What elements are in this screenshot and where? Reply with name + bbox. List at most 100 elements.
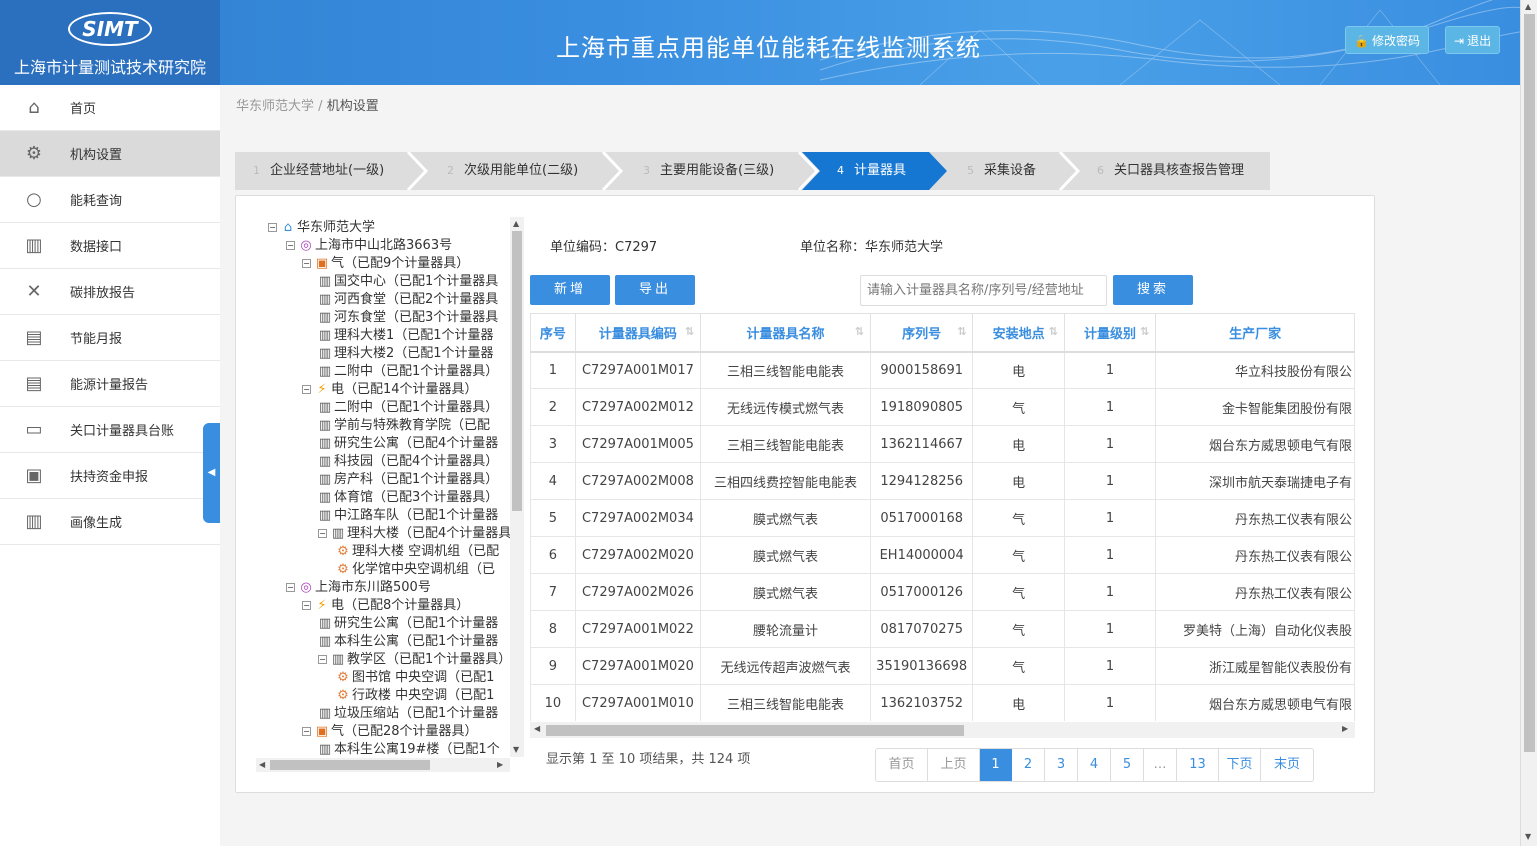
search-button[interactable]: 搜索 — [1113, 275, 1193, 305]
table-row[interactable]: 2 C7297A002M012 无线远传模式燃气表 1918090805 气 1 金卡智能集… — [530, 388, 1355, 426]
col-header-index[interactable]: 序号 — [530, 313, 576, 353]
page-link[interactable]: 末页 — [1261, 749, 1313, 781]
scroll-left-icon[interactable]: ◀ — [259, 760, 265, 769]
scroll-right-icon[interactable]: ▶ — [1342, 724, 1348, 733]
scroll-down-icon[interactable]: ▼ — [1525, 832, 1531, 841]
sort-icon[interactable]: ⇅ — [1049, 325, 1058, 338]
collapse-toggle-icon[interactable]: − — [268, 223, 277, 232]
logout-button[interactable]: ⇥ 退出 — [1445, 26, 1501, 54]
sidebar-item-carbon-report[interactable]: ✕ 碳排放报告 — [0, 269, 220, 315]
col-header-level[interactable]: 计量级别 ⇅ — [1063, 313, 1157, 353]
col-header-manufacturer[interactable]: 生产厂家 — [1155, 313, 1355, 353]
page-link[interactable]: 5 — [1111, 749, 1144, 781]
tree-node[interactable]: ▥ 体育馆（已配3个计量器具） — [318, 489, 498, 507]
tree-node[interactable]: ⚙ 行政楼 中央空调（已配1 — [336, 687, 494, 705]
table-row[interactable]: 9 C7297A001M020 无线远传超声波燃气表 35190136698 气 1 浙江威… — [530, 647, 1355, 685]
table-row[interactable]: 3 C7297A001M005 三相三线智能电能表 1362114667 电 1 烟台东方威… — [530, 425, 1355, 463]
tree-node[interactable]: − ◎ 上海市东川路500号 — [286, 579, 431, 597]
sidebar-item-gateway-ledger[interactable]: ▭ 关口计量器具台账 — [0, 407, 220, 453]
page-link[interactable]: 下页 — [1219, 749, 1261, 781]
tree-node[interactable]: − ⚡ 电（已配8个计量器具） — [302, 597, 469, 615]
tree-node[interactable]: ▥ 中江路车队（已配1个计量器 — [318, 507, 498, 525]
sidebar-item-monthly-report[interactable]: ▤ 节能月报 — [0, 315, 220, 361]
tree-node[interactable]: ▥ 科技园（已配4个计量器具） — [318, 453, 498, 471]
search-input[interactable]: 请输入计量器具名称/序列号/经营地址 — [860, 275, 1107, 306]
step-1[interactable]: 1 企业经营地址(一级) — [253, 152, 384, 190]
collapse-toggle-icon[interactable]: − — [286, 241, 295, 250]
sidebar-item-org-settings[interactable]: ⚙ 机构设置 — [0, 131, 220, 177]
sort-icon[interactable]: ⇅ — [1140, 325, 1149, 338]
page-link[interactable]: 13 — [1177, 749, 1219, 781]
page-link[interactable]: 首页 — [876, 749, 928, 781]
collapse-toggle-icon[interactable]: − — [286, 583, 295, 592]
page-scrollbar-thumb[interactable] — [1524, 14, 1535, 752]
scroll-right-icon[interactable]: ▶ — [497, 760, 503, 769]
sidebar-item-home[interactable]: ⌂ 首页 — [0, 85, 220, 131]
page-link[interactable]: 3 — [1045, 749, 1078, 781]
sidebar-item-energy-query[interactable]: ○ 能耗查询 — [0, 177, 220, 223]
table-horizontal-scrollbar[interactable]: ◀ ▶ — [530, 722, 1355, 738]
sort-icon[interactable]: ⇅ — [957, 325, 966, 338]
sidebar-item-profile[interactable]: ▥ 画像生成 — [0, 499, 220, 545]
tree-node[interactable]: ▥ 房产科（已配1个计量器具） — [318, 471, 498, 489]
tree-node[interactable]: ⚙ 图书馆 中央空调（已配1 — [336, 669, 494, 687]
collapse-toggle-icon[interactable]: − — [318, 529, 327, 538]
collapse-toggle-icon[interactable]: − — [302, 385, 311, 394]
scroll-left-icon[interactable]: ◀ — [534, 724, 540, 733]
tree-node[interactable]: ▥ 河东食堂（已配3个计量器具 — [318, 309, 498, 327]
tree-horizontal-thumb[interactable] — [270, 760, 430, 770]
tree-node[interactable]: ▥ 理科大楼2（已配1个计量器 — [318, 345, 494, 363]
collapse-toggle-icon[interactable]: − — [302, 601, 311, 610]
step-2[interactable]: 2 次级用能单位(二级) — [447, 152, 578, 190]
sidebar-item-funding[interactable]: ▣ 扶持资金申报 — [0, 453, 220, 499]
tree-node[interactable]: ⚙ 理科大楼 空调机组（已配 — [336, 543, 499, 561]
table-row[interactable]: 5 C7297A002M034 膜式燃气表 0517000168 气 1 丹东热工仪表有限公 — [530, 499, 1355, 537]
collapse-toggle-icon[interactable]: − — [318, 655, 327, 664]
collapse-toggle-icon[interactable]: − — [302, 727, 311, 736]
page-link[interactable]: 1 — [980, 749, 1012, 781]
tree-node[interactable]: − ▥ 理科大楼（已配4个计量器具 — [318, 525, 511, 543]
tree-node[interactable]: − ⌂ 华东师范大学 — [268, 219, 375, 237]
tree-node[interactable]: − ▥ 教学区（已配1个计量器具） — [318, 651, 511, 669]
col-header-code[interactable]: 计量器具编码 ⇅ — [574, 313, 702, 353]
tree-horizontal-scrollbar[interactable]: ◀ ▶ — [256, 758, 510, 772]
tree-node[interactable]: ⚙ 化学馆中央空调机组（已 — [336, 561, 495, 579]
tree-node[interactable]: ▥ 研究生公寓（已配4个计量器 — [318, 435, 498, 453]
tree-node[interactable]: ▥ 河西食堂（已配2个计量器具 — [318, 291, 498, 309]
tree-vertical-thumb[interactable] — [512, 231, 522, 511]
page-link[interactable]: 2 — [1012, 749, 1045, 781]
tree-node[interactable]: ▥ 研究生公寓（已配1个计量器 — [318, 615, 498, 633]
collapse-toggle-icon[interactable]: − — [302, 259, 311, 268]
tree-node[interactable]: ▥ 本科生公寓19#楼（已配1个 — [318, 741, 500, 759]
sort-icon[interactable]: ⇅ — [685, 325, 694, 338]
export-button[interactable]: 导出 — [615, 275, 695, 305]
sort-icon[interactable]: ⇅ — [855, 325, 864, 338]
table-row[interactable]: 8 C7297A001M022 腰轮流量计 0817070275 气 1 罗美特（上海）自动… — [530, 610, 1355, 648]
table-row[interactable]: 7 C7297A002M026 膜式燃气表 0517000126 气 1 丹东热工仪表有限公 — [530, 573, 1355, 611]
tree-node[interactable]: ▥ 二附中（已配1个计量器具） — [318, 399, 498, 417]
tree-vertical-scrollbar[interactable]: ▲ ▼ — [510, 217, 524, 757]
tree-node[interactable]: ▥ 理科大楼1（已配1个计量器 — [318, 327, 494, 345]
add-button[interactable]: 新增 — [530, 275, 610, 305]
scroll-up-icon[interactable]: ▲ — [1525, 2, 1531, 11]
tree-node[interactable]: ▥ 本科生公寓（已配1个计量器 — [318, 633, 498, 651]
col-header-serial[interactable]: 序列号 ⇅ — [869, 313, 974, 353]
tree-node[interactable]: − ▣ 气（已配9个计量器具） — [302, 255, 469, 273]
scroll-down-icon[interactable]: ▼ — [513, 745, 519, 754]
page-link[interactable]: 上页 — [928, 749, 980, 781]
change-password-button[interactable]: 🔒 修改密码 — [1345, 26, 1429, 54]
tree-node[interactable]: − ◎ 上海市中山北路3663号 — [286, 237, 452, 255]
tree-node[interactable]: − ▣ 气（已配28个计量器具） — [302, 723, 478, 741]
tree-node[interactable]: ▥ 国交中心（已配1个计量器具 — [318, 273, 498, 291]
table-row[interactable]: 1 C7297A001M017 三相三线智能电能表 9000158691 电 1 华立科技股… — [530, 351, 1355, 389]
sidebar-item-data-interface[interactable]: ▥ 数据接口 — [0, 223, 220, 269]
scroll-up-icon[interactable]: ▲ — [513, 219, 519, 228]
step-3[interactable]: 3 主要用能设备(三级) — [643, 152, 774, 190]
page-scrollbar[interactable]: ▲ ▼ — [1520, 0, 1537, 846]
table-row[interactable]: 6 C7297A002M020 膜式燃气表 EH14000004 气 1 丹东热工仪表有限公 — [530, 536, 1355, 574]
step-5[interactable]: 5 采集设备 — [967, 152, 1036, 190]
tree-node[interactable]: ▥ 二附中（已配1个计量器具） — [318, 363, 498, 381]
col-header-name[interactable]: 计量器具名称 ⇅ — [700, 313, 871, 353]
tree-node[interactable]: ▥ 学前与特殊教育学院（已配 — [318, 417, 490, 435]
col-header-location[interactable]: 安装地点 ⇅ — [972, 313, 1065, 353]
